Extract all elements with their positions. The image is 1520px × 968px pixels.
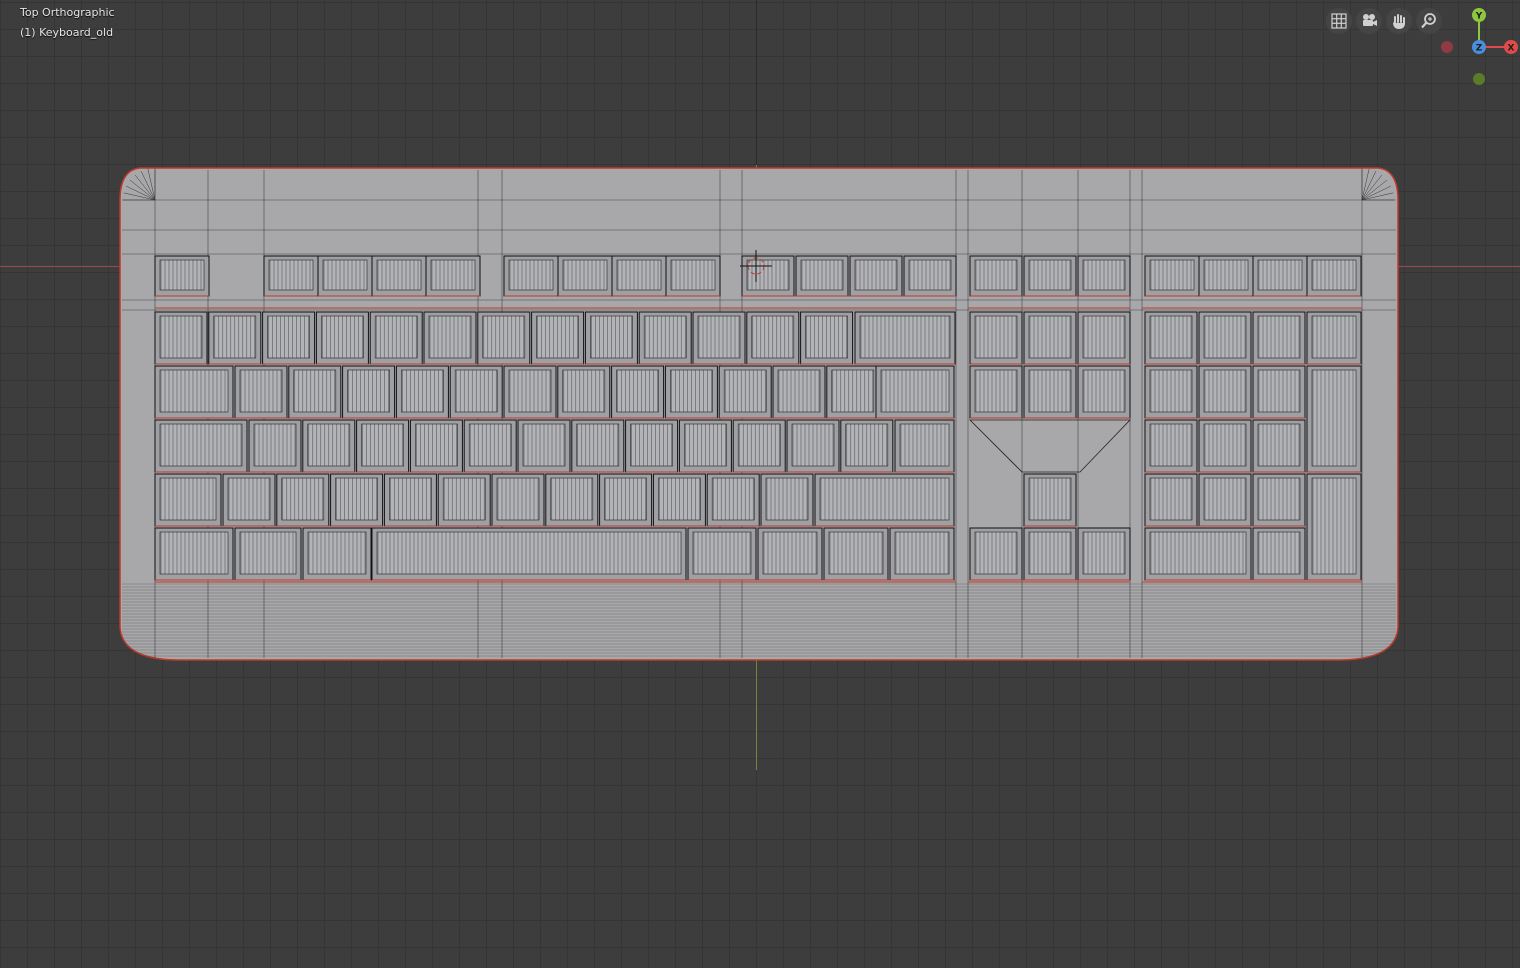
gizmo-z-label: Z <box>1476 44 1483 54</box>
gizmo-neg-x-handle[interactable] <box>1441 41 1453 53</box>
keycap-top <box>268 259 314 291</box>
keycap-top <box>1311 477 1357 575</box>
keycap-top <box>1311 259 1357 291</box>
keycap-top <box>1203 259 1249 291</box>
keycap-top <box>880 369 950 413</box>
keycap-top <box>159 259 205 291</box>
keycap-top <box>159 369 229 413</box>
keycap-top <box>322 259 368 291</box>
toggle-perspective-button[interactable] <box>1326 8 1352 34</box>
keycap-top <box>1311 369 1357 467</box>
keycap-top <box>376 531 682 575</box>
navigation-toolbar <box>1326 8 1442 34</box>
keycap-top <box>670 259 716 291</box>
view-name-label: Top Orthographic <box>20 6 115 19</box>
keycap-top <box>508 259 554 291</box>
keycap-top <box>1311 315 1357 359</box>
gizmo-neg-y-handle[interactable] <box>1473 73 1485 85</box>
keycap-top <box>159 477 217 521</box>
toggle-perspective-icon <box>1331 13 1347 29</box>
keyboard-mesh-wireframe[interactable] <box>0 0 1520 968</box>
keycap-top <box>828 531 884 575</box>
keycap-top <box>376 259 422 291</box>
gizmo-y-label: Y <box>1475 12 1483 22</box>
keycap-top <box>1149 259 1195 291</box>
camera-view-icon <box>1363 14 1377 26</box>
keycap-top <box>616 259 662 291</box>
keycap-top <box>562 259 608 291</box>
keycap-top <box>239 531 297 575</box>
keycap-top <box>762 531 818 575</box>
keycap-top <box>159 531 229 575</box>
orientation-gizmo[interactable]: Y X Z <box>1436 4 1520 94</box>
keycap-top <box>1149 531 1247 575</box>
gizmo-x-label: X <box>1508 44 1515 54</box>
keycap-top <box>894 531 950 575</box>
pan-view-button[interactable] <box>1386 8 1412 34</box>
keycap-top <box>819 477 950 521</box>
keycap-top <box>430 259 476 291</box>
camera-view-button[interactable] <box>1356 8 1382 34</box>
keycap-top <box>899 423 950 467</box>
active-object-label: (1) Keyboard_old <box>20 26 114 39</box>
pan-hand-icon <box>1393 14 1405 29</box>
keycap-top <box>1257 259 1303 291</box>
